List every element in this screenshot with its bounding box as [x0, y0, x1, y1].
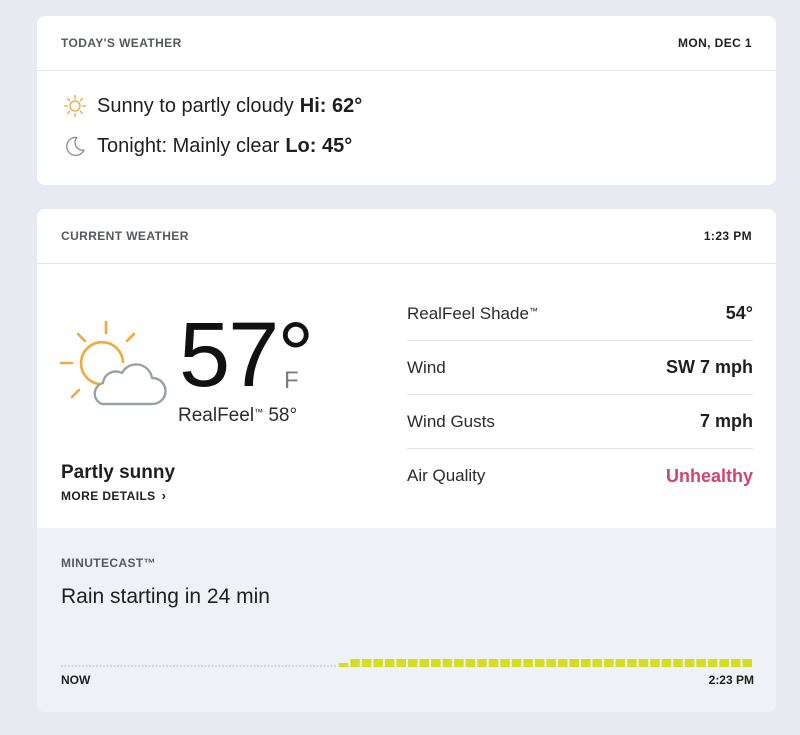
rain-minute-bar [730, 659, 741, 667]
minutecast-bar-chart [61, 659, 752, 667]
sun-outline-icon [63, 94, 87, 118]
detail-label: RealFeel Shade™ [407, 303, 538, 323]
weather-phrase: Partly sunny [61, 462, 176, 483]
rain-minute-bar [673, 659, 683, 667]
sun-cloud-icon [59, 321, 167, 406]
weather-details-list: RealFeel Shade™ 54° Wind SW 7 mph Wind G… [407, 287, 753, 503]
rain-minute-bar [684, 659, 695, 667]
rain-minute-bar [511, 659, 522, 667]
rain-minute-bar [523, 659, 533, 667]
detail-row-realfeel-shade: RealFeel Shade™ 54° [407, 287, 753, 341]
rain-minute-bar [534, 659, 545, 667]
rain-minute-bar [581, 659, 591, 667]
night-forecast-text: Tonight: Mainly clear [97, 134, 280, 157]
realfeel: RealFeel™ 58° [178, 405, 297, 427]
minutecast-start-label: NOW [61, 673, 91, 687]
rain-minute-bar [742, 659, 752, 667]
rain-minute-bar [569, 659, 579, 667]
rain-minute-bar [661, 659, 672, 667]
detail-value: SW 7 mph [665, 357, 753, 377]
rain-minute-bar [488, 659, 499, 667]
day-forecast-text: Sunny to partly cloudy [97, 94, 294, 117]
detail-value: 7 mph [699, 411, 753, 431]
rain-minute-bar [615, 659, 626, 667]
rain-minute-bar [696, 659, 706, 667]
detail-label: Air Quality [407, 466, 486, 485]
detail-value: 54° [725, 303, 753, 323]
rain-minute-bar [477, 659, 487, 667]
minutecast-end-label: 2:23 PM [708, 673, 754, 687]
temperature-unit: F [284, 367, 299, 394]
todays-weather-header: TODAY'S WEATHER MON, DEC 1 [37, 16, 776, 71]
chevron-right-icon: › [161, 488, 167, 503]
detail-label: Wind Gusts [407, 411, 495, 431]
rain-minute-bar [465, 659, 476, 667]
rain-minute-bar [604, 659, 614, 667]
air-quality-status: Unhealthy [665, 465, 753, 486]
rain-minute-bar [546, 659, 556, 667]
minutecast-title: MINUTECAST™ [61, 556, 157, 570]
todays-weather-title: TODAY'S WEATHER [61, 36, 182, 50]
rain-minute-bar [454, 659, 464, 667]
day-forecast-row: Sunny to partly cloudy Hi: 62° [63, 94, 362, 118]
rain-minute-bar [650, 659, 660, 667]
realfeel-value: 58° [268, 405, 298, 426]
detail-row-wind: Wind SW 7 mph [407, 341, 753, 395]
realfeel-trademark: ™ [254, 407, 264, 417]
rain-minute-bar [384, 659, 395, 667]
more-details-label: MORE DETAILS [61, 488, 156, 503]
rain-minute-bar [627, 659, 637, 667]
hi-temp: Hi: 62° [299, 94, 363, 117]
rain-minute-bar [338, 663, 349, 667]
minutecast-summary: Rain starting in 24 min [61, 585, 270, 608]
rain-minute-bar [431, 659, 441, 667]
rain-minute-bar [350, 659, 360, 667]
rain-minute-bar [419, 659, 430, 667]
rain-minute-bar [719, 659, 729, 667]
rain-minute-bar [396, 659, 406, 667]
detail-row-wind-gusts: Wind Gusts 7 mph [407, 395, 753, 449]
current-weather-header: CURRENT WEATHER 1:23 PM [37, 209, 776, 264]
current-weather-card[interactable]: CURRENT WEATHER 1:23 PM 57° F RealFeel™ … [37, 209, 776, 712]
current-weather-title: CURRENT WEATHER [61, 229, 189, 243]
rain-minute-bar [592, 659, 603, 667]
more-details-link[interactable]: MORE DETAILS › [61, 488, 166, 503]
current-time: 1:23 PM [703, 229, 752, 243]
night-forecast-row: Tonight: Mainly clear Lo: 45° [63, 134, 352, 158]
detail-row-air-quality: Air Quality Unhealthy [407, 449, 753, 503]
moon-icon [63, 134, 87, 158]
rain-minute-bar [373, 659, 383, 667]
rain-minute-bar [500, 659, 510, 667]
rain-minute-bar [361, 659, 372, 667]
realfeel-label: RealFeel [178, 405, 255, 426]
lo-temp: Lo: 45° [285, 134, 353, 157]
todays-weather-card[interactable]: TODAY'S WEATHER MON, DEC 1 Sunny to part… [37, 16, 776, 185]
minutecast-panel[interactable]: MINUTECAST™ Rain starting in 24 min NOW … [37, 528, 776, 712]
rain-minute-bar [707, 659, 718, 667]
todays-date: MON, DEC 1 [677, 36, 752, 50]
rain-minute-bar [442, 659, 453, 667]
rain-minute-bar [557, 659, 568, 667]
detail-label: Wind [407, 357, 446, 377]
rain-minute-bar [408, 659, 418, 667]
rain-minute-bar [638, 659, 649, 667]
